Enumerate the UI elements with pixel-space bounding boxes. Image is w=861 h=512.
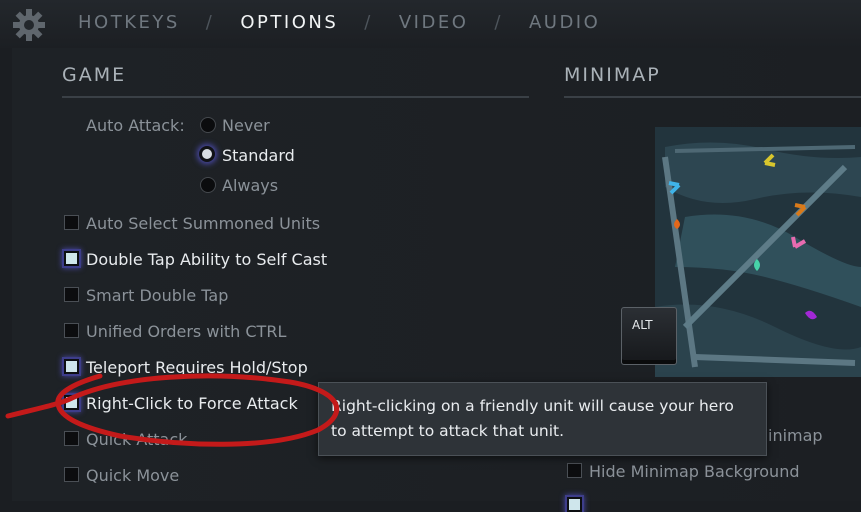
- tab-options[interactable]: OPTIONS: [240, 12, 338, 33]
- game-section-title: GAME: [62, 64, 127, 86]
- smart-double-tap-checkbox[interactable]: [64, 287, 79, 302]
- tab-separator: /: [364, 12, 373, 33]
- quick-attack-checkbox[interactable]: [64, 431, 79, 446]
- minimap-section-divider: [564, 96, 861, 98]
- tooltip-text: Right-clicking on a friendly unit will c…: [331, 397, 734, 440]
- auto-attack-always-radio[interactable]: [200, 177, 216, 193]
- auto-select-summoned-checkbox[interactable]: [64, 215, 79, 230]
- quick-move-checkbox[interactable]: [64, 467, 79, 482]
- auto-select-summoned-label[interactable]: Auto Select Summoned Units: [86, 214, 320, 233]
- tab-separator: /: [205, 12, 215, 33]
- alt-key-button: ALT: [621, 307, 677, 365]
- hide-minimap-background-label[interactable]: Hide Minimap Background: [589, 462, 799, 481]
- double-tap-self-cast-checkbox[interactable]: [64, 251, 79, 266]
- unified-orders-label[interactable]: Unified Orders with CTRL: [86, 322, 286, 341]
- tab-hotkeys[interactable]: HOTKEYS: [78, 12, 180, 33]
- hide-minimap-background-checkbox[interactable]: [567, 463, 582, 478]
- tab-audio[interactable]: AUDIO: [529, 12, 600, 33]
- auto-attack-never-label[interactable]: Never: [222, 116, 270, 135]
- quick-attack-label[interactable]: Quick Attack: [86, 430, 187, 449]
- teleport-hold-stop-label[interactable]: Teleport Requires Hold/Stop: [86, 358, 308, 377]
- minimap-preview: [655, 127, 861, 377]
- minimap-next-checkbox[interactable]: [567, 497, 582, 512]
- gear-icon[interactable]: [12, 8, 46, 42]
- auto-attack-label: Auto Attack:: [86, 116, 185, 135]
- auto-attack-standard-radio[interactable]: [199, 146, 215, 162]
- quick-move-label[interactable]: Quick Move: [86, 466, 179, 485]
- auto-attack-never-radio[interactable]: [200, 117, 216, 133]
- teleport-hold-stop-checkbox[interactable]: [64, 359, 79, 374]
- auto-attack-always-label[interactable]: Always: [222, 176, 278, 195]
- minimap-map-image: [655, 127, 861, 377]
- right-click-force-attack-label[interactable]: Right-Click to Force Attack: [86, 394, 298, 413]
- right-click-force-attack-checkbox[interactable]: [64, 395, 79, 410]
- top-nav-bar: HOTKEYS / OPTIONS / VIDEO / AUDIO: [0, 0, 861, 48]
- tab-separator: /: [494, 12, 503, 33]
- auto-attack-standard-label[interactable]: Standard: [222, 146, 295, 165]
- game-section-divider: [62, 96, 529, 98]
- unified-orders-checkbox[interactable]: [64, 323, 79, 338]
- double-tap-self-cast-label[interactable]: Double Tap Ability to Self Cast: [86, 250, 327, 269]
- minimap-option-partial-label[interactable]: inimap: [768, 426, 823, 445]
- smart-double-tap-label[interactable]: Smart Double Tap: [86, 286, 228, 305]
- alt-key-label: ALT: [632, 318, 653, 332]
- minimap-section-title: MINIMAP: [564, 64, 661, 86]
- tooltip: Right-clicking on a friendly unit will c…: [318, 382, 767, 456]
- tab-video[interactable]: VIDEO: [399, 12, 469, 33]
